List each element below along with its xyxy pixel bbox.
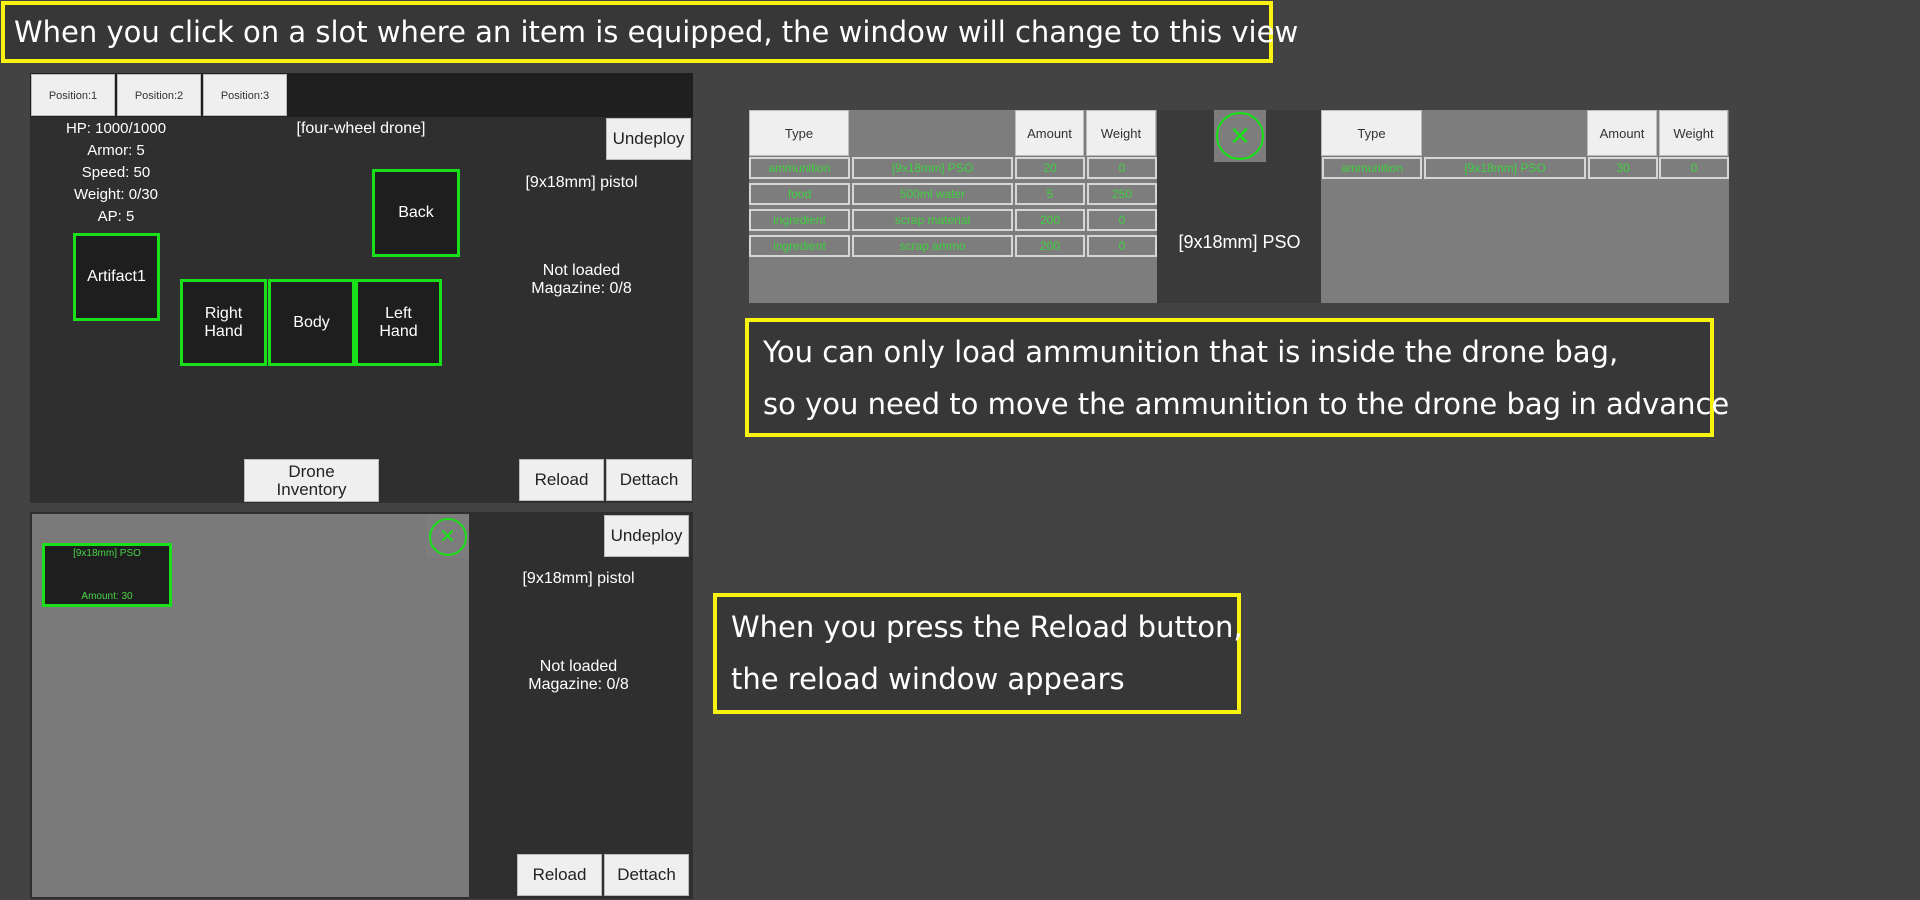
slot-label: Artifact1	[87, 268, 146, 285]
cell-type: ammunition	[1322, 157, 1422, 179]
reload-window: Type Amount Weight ammunition [9x18mm] P…	[749, 110, 1729, 303]
cell-weight: 0	[1087, 209, 1157, 231]
callout-text-line2: so you need to move the ammunition to th…	[763, 387, 1730, 421]
magazine-count: Magazine: 0/8	[528, 676, 629, 693]
weapon-name: [9x18mm] pistol	[525, 174, 638, 191]
slot-back[interactable]: Back	[372, 169, 460, 257]
bag-item-amount: Amount: 30	[81, 591, 133, 602]
column-header-type[interactable]: Type	[749, 110, 849, 156]
column-header-name	[851, 110, 1015, 156]
column-header-name	[1424, 110, 1587, 156]
load-status: Not loaded	[542, 262, 621, 279]
cell-type: food	[749, 183, 850, 205]
load-status: Not loaded	[539, 658, 618, 675]
reload-close-button[interactable]: ✕	[1214, 110, 1266, 162]
cell-name: [9x18mm] PSO	[852, 157, 1013, 179]
stat-armor: Armor: 5	[87, 142, 145, 159]
slot-body[interactable]: Body	[268, 279, 355, 366]
selected-ammo-name: [9x18mm] PSO	[1178, 232, 1301, 252]
cell-weight: 0	[1659, 157, 1729, 179]
drone-bag-grid[interactable]: [9x18mm] PSO Amount: 30	[32, 514, 469, 897]
cell-amount: 20	[1015, 157, 1085, 179]
cell-name: scrap ammo	[852, 235, 1013, 257]
undeploy-button[interactable]: Undeploy	[606, 118, 691, 160]
cell-weight: 0	[1087, 157, 1157, 179]
cell-amount: 5	[1015, 183, 1085, 205]
weapon-name: [9x18mm] pistol	[522, 570, 635, 587]
column-header-amount[interactable]: Amount	[1587, 110, 1657, 156]
detach-button[interactable]: Dettach	[604, 854, 689, 896]
close-icon: ✕	[428, 517, 467, 556]
slot-label: Right Hand	[204, 304, 243, 340]
magazine-count: Magazine: 0/8	[531, 280, 632, 297]
column-header-amount[interactable]: Amount	[1015, 110, 1084, 156]
slot-artifact[interactable]: Artifact1	[73, 233, 160, 321]
tab-position-3[interactable]: Position:3	[203, 74, 287, 116]
detach-button[interactable]: Dettach	[606, 459, 692, 501]
callout-text: When you click on a slot where an item i…	[14, 15, 1299, 49]
drone-name: [four-wheel drone]	[296, 120, 426, 137]
reload-button[interactable]: Reload	[519, 459, 604, 501]
callout-text-line1: You can only load ammunition that is ins…	[763, 335, 1619, 369]
cell-type: ingredient	[749, 209, 850, 231]
close-icon: ✕	[1216, 112, 1264, 160]
close-button[interactable]: ✕	[426, 515, 469, 558]
cell-weight: 250	[1087, 183, 1157, 205]
slot-label: Back	[398, 204, 434, 221]
cell-amount: 200	[1015, 235, 1085, 257]
column-header-type[interactable]: Type	[1321, 110, 1422, 156]
stat-weight: Weight: 0/30	[74, 186, 158, 203]
callout-text-line2: the reload window appears	[731, 662, 1125, 696]
stat-ap: AP: 5	[97, 208, 135, 225]
stat-speed: Speed: 50	[81, 164, 151, 181]
slot-label: Body	[293, 313, 330, 331]
slot-right-hand[interactable]: Right Hand	[180, 279, 267, 366]
callout-text-line1: When you press the Reload button,	[731, 610, 1243, 644]
cell-name: [9x18mm] PSO	[1424, 157, 1586, 179]
drone-inventory-button[interactable]: Drone Inventory	[244, 459, 379, 502]
callout-reload-window: When you press the Reload button, the re…	[713, 593, 1243, 714]
callout-ammo-bag: You can only load ammunition that is ins…	[745, 318, 1730, 437]
tab-position-2[interactable]: Position:2	[117, 74, 201, 116]
slot-label: Left Hand	[379, 304, 418, 340]
stat-hp: HP: 1000/1000	[65, 120, 167, 137]
cell-amount: 30	[1588, 157, 1658, 179]
undeploy-button[interactable]: Undeploy	[604, 515, 689, 557]
cell-type: ingredient	[749, 235, 850, 257]
cell-name: scrap material	[852, 209, 1013, 231]
cell-amount: 200	[1015, 209, 1085, 231]
cell-type: ammunition	[749, 157, 850, 179]
reload-button[interactable]: Reload	[517, 854, 602, 896]
position-tab-strip: Position:1 Position:2 Position:3	[30, 73, 693, 117]
cell-name: 500ml water	[852, 183, 1013, 205]
column-header-weight[interactable]: Weight	[1659, 110, 1728, 156]
callout-slot-view: When you click on a slot where an item i…	[1, 1, 1299, 63]
bag-item-name: [9x18mm] PSO	[73, 548, 141, 559]
column-header-weight[interactable]: Weight	[1086, 110, 1156, 156]
bag-item-card[interactable]: [9x18mm] PSO Amount: 30	[42, 543, 172, 607]
tab-position-1[interactable]: Position:1	[31, 74, 115, 116]
slot-left-hand[interactable]: Left Hand	[355, 279, 442, 366]
cell-weight: 0	[1087, 235, 1157, 257]
